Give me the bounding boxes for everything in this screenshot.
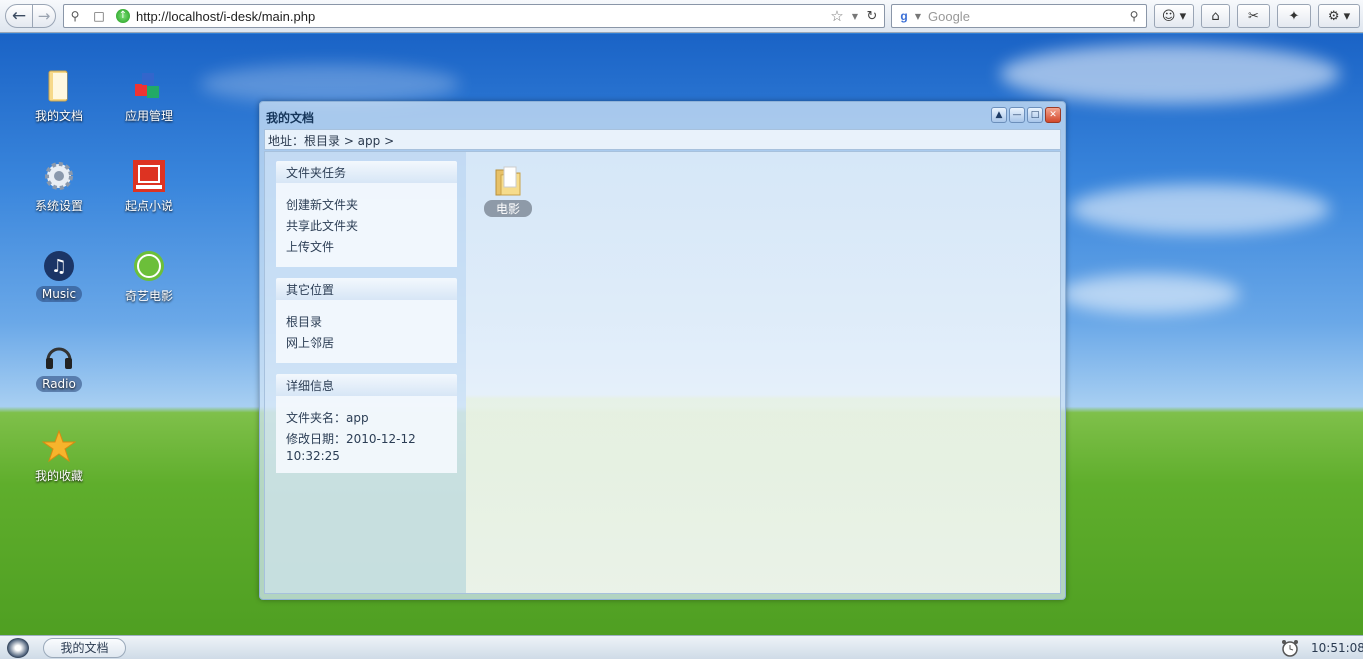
cloud: [200, 64, 460, 104]
browser-toolbar: ← → ⚲ □ ↑ http://localhost/i-desk/main.p…: [0, 0, 1363, 33]
arrow-right-icon: →: [37, 7, 51, 25]
desktop-icon-label: 系统设置: [34, 199, 83, 213]
desktop-icon-my-documents[interactable]: 我的文档: [19, 68, 99, 125]
cloud: [1060, 274, 1240, 314]
desktop-icon-label: Radio: [36, 376, 82, 392]
back-button[interactable]: ←: [5, 4, 33, 28]
smiley-icon: ☺ ▾: [1161, 8, 1187, 24]
reload-icon[interactable]: ↻: [864, 8, 880, 24]
home-button[interactable]: ⌂: [1201, 4, 1230, 28]
extension-button[interactable]: ✦: [1277, 4, 1311, 28]
desktop-icon-qiyi[interactable]: 奇艺电影: [109, 248, 189, 305]
address-bar[interactable]: ⚲ □ ↑ http://localhost/i-desk/main.php ☆…: [63, 4, 885, 28]
search-input[interactable]: Google: [928, 9, 970, 24]
bird-icon: ✦: [1288, 8, 1300, 24]
window-shade-button[interactable]: ▲: [991, 107, 1007, 123]
desktop-icon-radio[interactable]: Radio: [19, 338, 99, 392]
panel-folder-tasks: 文件夹任务 创建新文件夹 共享此文件夹 上传文件: [276, 161, 457, 267]
cloud: [1000, 44, 1340, 104]
desktop-icon-label: 奇艺电影: [124, 289, 173, 303]
menu-button[interactable]: ⚙ ▾: [1318, 4, 1360, 28]
desktop-icon-qidian[interactable]: 起点小说: [109, 158, 189, 215]
url-text[interactable]: http://localhost/i-desk/main.php: [136, 9, 315, 24]
gear-menu-icon: ⚙ ▾: [1327, 8, 1351, 24]
chevron-down-icon[interactable]: ▼: [847, 8, 863, 24]
page-icon: □: [93, 9, 105, 23]
tools-button[interactable]: ✂: [1237, 4, 1270, 28]
panel-title[interactable]: 其它位置: [276, 278, 457, 300]
key-icon: ⚲: [70, 9, 80, 23]
desktop-icon-app-manager[interactable]: 应用管理: [109, 68, 189, 125]
taskbar: 我的文档 10:51:08: [0, 635, 1363, 659]
folder-item[interactable]: 电影: [480, 164, 536, 217]
explorer-window[interactable]: 我的文档 ▲ — □ ✕ 地址：根目录 > app > 文件夹任务 创建新文件夹…: [259, 101, 1066, 600]
detail-modified-time: 10:32:25: [286, 449, 340, 463]
desktop-icon-music[interactable]: ♫ Music: [19, 248, 99, 302]
search-bar[interactable]: g ▼ Google ⚲: [891, 4, 1147, 28]
chevron-up-icon: ▲: [995, 110, 1003, 120]
forward-button[interactable]: →: [32, 4, 56, 28]
addon-menu-button[interactable]: ☺ ▾: [1154, 4, 1194, 28]
desktop-icon-label: 起点小说: [124, 199, 173, 213]
taskbar-item[interactable]: 我的文档: [43, 638, 126, 658]
minimize-icon: —: [1012, 110, 1022, 120]
window-maximize-button[interactable]: □: [1027, 107, 1043, 123]
upload-file-link[interactable]: 上传文件: [286, 237, 447, 258]
star-icon: [41, 428, 77, 464]
qiyi-movie-icon: [131, 248, 167, 284]
qidian-novel-icon: [131, 158, 167, 194]
scissors-icon: ✂: [1248, 8, 1259, 24]
root-directory-link[interactable]: 根目录: [286, 312, 447, 333]
network-neighborhood-link[interactable]: 网上邻居: [286, 333, 447, 354]
panel-title[interactable]: 文件夹任务: [276, 161, 457, 183]
create-folder-link[interactable]: 创建新文件夹: [286, 195, 447, 216]
music-icon: ♫: [41, 248, 77, 284]
desktop-icon-settings[interactable]: 系统设置: [19, 158, 99, 215]
desktop-icon-label: 我的收藏: [34, 469, 83, 483]
headphones-icon: [41, 338, 77, 374]
arrow-left-icon: ←: [11, 6, 27, 26]
share-folder-link[interactable]: 共享此文件夹: [286, 216, 447, 237]
home-icon: ⌂: [1211, 8, 1220, 24]
taskbar-clock: 10:51:08: [1311, 641, 1363, 655]
panel-title[interactable]: 详细信息: [276, 374, 457, 396]
window-title: 我的文档: [266, 111, 315, 125]
detail-folder-name: 文件夹名：app: [286, 411, 369, 425]
documents-icon: [41, 68, 77, 104]
window-close-button[interactable]: ✕: [1045, 107, 1061, 123]
bookmark-star-icon[interactable]: ☆: [829, 7, 845, 25]
address-path[interactable]: 地址：根目录 > app >: [264, 129, 1061, 150]
desktop-icon-favorites[interactable]: 我的收藏: [19, 428, 99, 485]
alarm-clock-icon[interactable]: [1280, 638, 1300, 658]
task-sidebar: 文件夹任务 创建新文件夹 共享此文件夹 上传文件 其它位置 根目录 网上邻居 详…: [265, 152, 466, 593]
window-minimize-button[interactable]: —: [1009, 107, 1025, 123]
desktop-icon-label: 我的文档: [34, 109, 83, 123]
window-content: 文件夹任务 创建新文件夹 共享此文件夹 上传文件 其它位置 根目录 网上邻居 详…: [264, 151, 1061, 594]
gear-icon: [41, 158, 77, 194]
panel-other-places: 其它位置 根目录 网上邻居: [276, 278, 457, 363]
svg-text:♫: ♫: [51, 256, 67, 277]
go-icon[interactable]: ↑: [115, 8, 131, 24]
folder-icon: [493, 164, 523, 198]
desktop-icon-label: 应用管理: [124, 109, 173, 123]
search-icon[interactable]: ⚲: [1126, 8, 1142, 24]
desktop-icon-label: Music: [35, 286, 83, 302]
cloud: [1070, 184, 1330, 234]
file-area: 电影: [466, 152, 1060, 593]
maximize-icon: □: [1030, 110, 1040, 120]
panel-details: 详细信息 文件夹名：app 修改日期：2010-12-12 10:32:25: [276, 374, 457, 473]
start-button[interactable]: [7, 638, 29, 658]
folder-label: 电影: [483, 200, 532, 217]
app-manager-icon: [131, 68, 167, 104]
chevron-down-icon[interactable]: ▼: [910, 8, 926, 24]
close-icon: ✕: [1049, 110, 1057, 120]
detail-modified-date: 修改日期：2010-12-12: [286, 432, 416, 446]
